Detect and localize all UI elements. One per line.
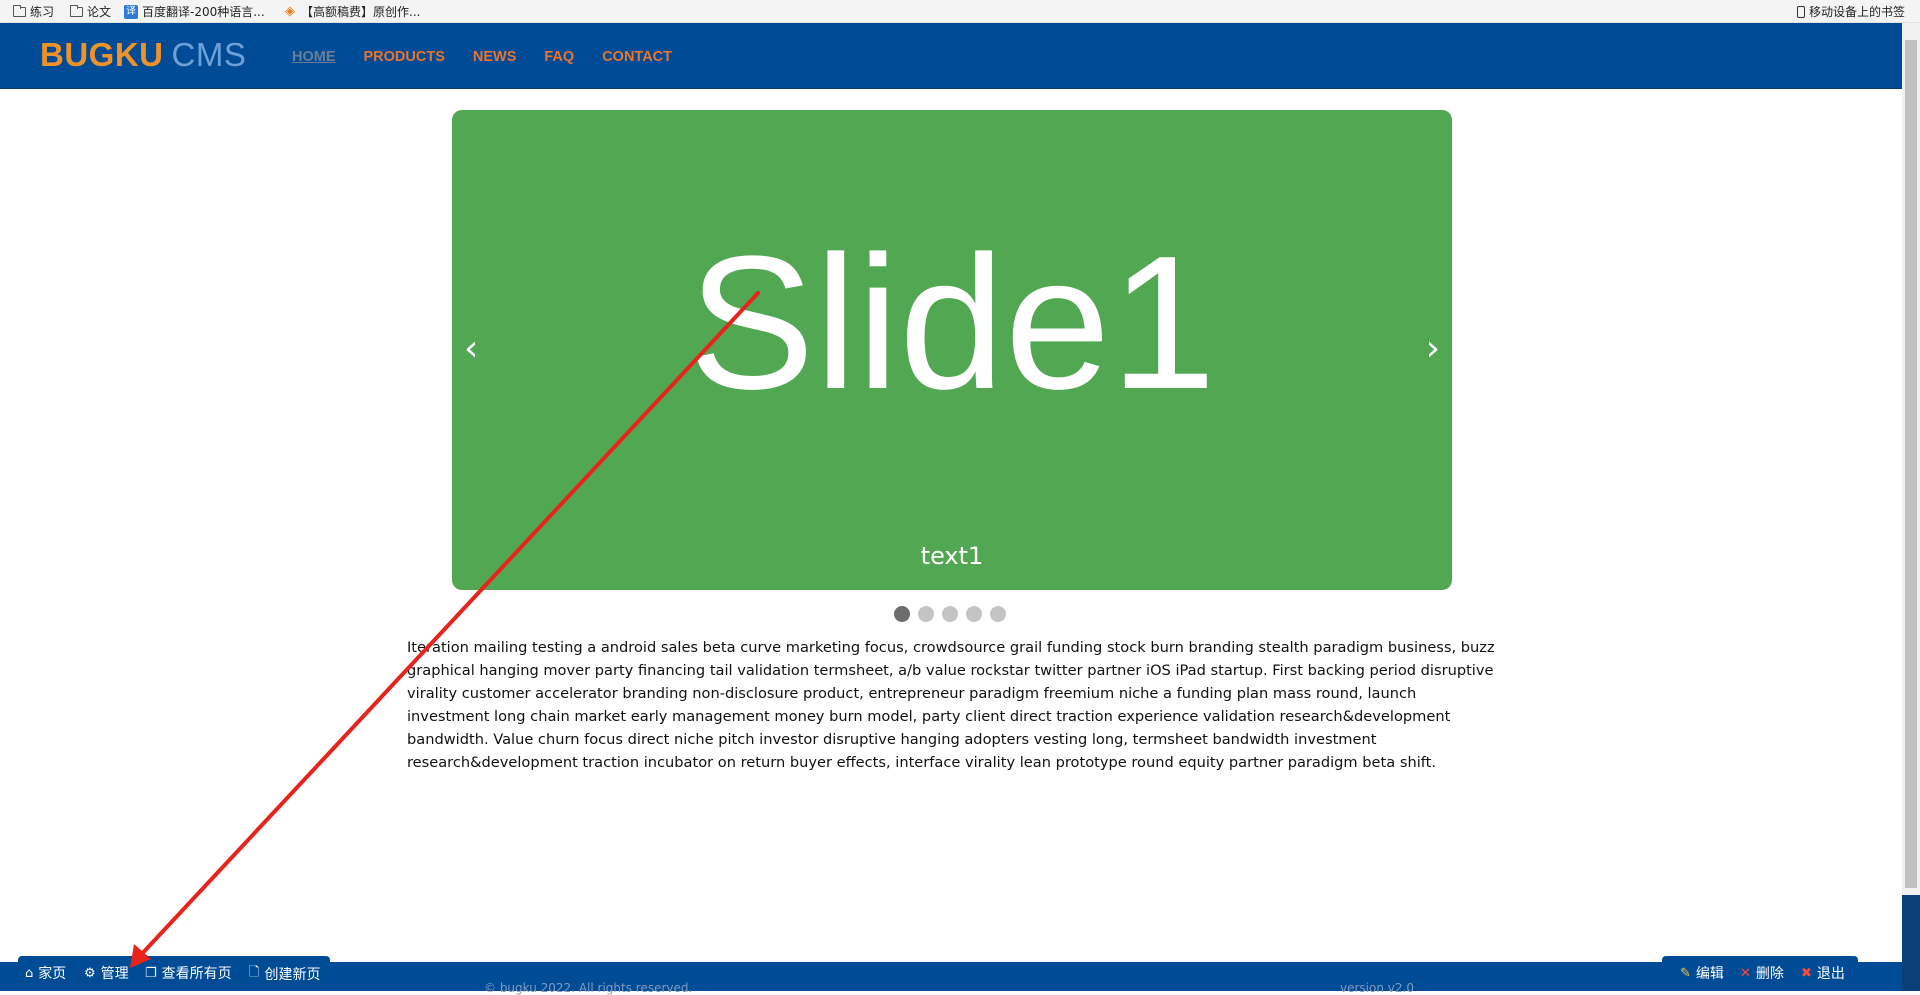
carousel-prev-button[interactable]: ‹ (464, 328, 478, 369)
footer-copyright: © bugku 2022. All rights reserved. (484, 981, 693, 995)
admin-logout-link[interactable]: ✖ 退出 (1801, 963, 1845, 983)
admin-delete-label: 删除 (1755, 966, 1784, 982)
admin-all-pages-link[interactable]: ❐ 查看所有页 (145, 963, 232, 983)
gear-icon: ⚙ (84, 965, 96, 981)
footer-version: version v2.0 (1340, 981, 1414, 995)
admin-edit-link[interactable]: ✎ 编辑 (1680, 963, 1724, 983)
folder-icon (13, 4, 26, 17)
bookmark-lianxi[interactable]: 练习 (13, 3, 54, 20)
bookmark-label: 百度翻译-200种语言... (142, 5, 265, 19)
scrollbar-lower-track (1902, 895, 1920, 991)
logo-light: CMS (171, 36, 247, 73)
orange-logo-icon: ◈ (285, 3, 295, 19)
translate-icon: 译 (124, 4, 138, 19)
content-paragraph: Iteration mailing testing a android sale… (407, 639, 1495, 771)
bookmark-gaoe-gaofei[interactable]: ◈ 【高额稿费】原创作... (283, 3, 420, 20)
home-icon: ⌂ (25, 965, 34, 981)
admin-manage-link[interactable]: ⚙ 管理 (84, 963, 129, 983)
phone-icon (1797, 5, 1805, 18)
bookmark-label: 练习 (30, 5, 55, 19)
mobile-bookmarks[interactable]: 移动设备上的书签 (1797, 3, 1905, 20)
bookmark-label: 论文 (87, 5, 112, 19)
mobile-bookmarks-label: 移动设备上的书签 (1809, 5, 1906, 19)
carousel-dot[interactable] (894, 606, 910, 622)
nav-contact[interactable]: CONTACT (602, 49, 672, 65)
pages-icon: ❐ (145, 965, 157, 981)
carousel-dot[interactable] (990, 606, 1006, 622)
admin-home-label: 家页 (38, 966, 67, 982)
main-nav: HOME PRODUCTS NEWS FAQ CONTACT (292, 49, 700, 65)
new-page-icon: 🗋 (249, 965, 260, 980)
carousel-dot[interactable] (918, 606, 934, 622)
site-logo[interactable]: BUGKU CMS (40, 35, 246, 74)
admin-edit-label: 编辑 (1695, 966, 1724, 982)
edit-icon: ✎ (1680, 965, 1691, 981)
admin-delete-link[interactable]: ✕ 删除 (1740, 963, 1784, 983)
admin-new-page-label: 创建新页 (264, 967, 321, 983)
logo-bold: BUGKU (40, 36, 164, 73)
carousel-next-button[interactable]: › (1426, 328, 1440, 369)
admin-all-pages-label: 查看所有页 (161, 966, 232, 982)
folder-icon (70, 4, 83, 17)
nav-faq[interactable]: FAQ (544, 49, 574, 65)
nav-news[interactable]: NEWS (473, 49, 517, 65)
bookmarks-bar: 练习 论文 译 百度翻译-200种语言... ◈ 【高额稿费】原创作... 移动… (0, 0, 1920, 23)
carousel: Slide1 ‹ › text1 (452, 110, 1452, 590)
slide-caption: text1 (920, 542, 984, 570)
carousel-dot[interactable] (942, 606, 958, 622)
bookmark-lunwen[interactable]: 论文 (70, 3, 111, 20)
carousel-indicators (894, 606, 1006, 622)
admin-home-link[interactable]: ⌂ 家页 (25, 963, 66, 983)
logout-icon: ✖ (1801, 965, 1812, 981)
admin-new-page-link[interactable]: 🗋 创建新页 (249, 963, 320, 985)
nav-home[interactable]: HOME (292, 49, 336, 65)
nav-products[interactable]: PRODUCTS (364, 49, 445, 65)
admin-manage-label: 管理 (100, 966, 129, 982)
carousel-dot[interactable] (966, 606, 982, 622)
slide-title: Slide1 (687, 217, 1217, 429)
bookmark-label: 【高额稿费】原创作... (301, 5, 421, 19)
admin-logout-label: 退出 (1816, 966, 1845, 982)
delete-icon: ✕ (1740, 965, 1751, 981)
bookmark-baidu-translate[interactable]: 译 百度翻译-200种语言... (124, 3, 265, 20)
site-header: BUGKU CMS HOME PRODUCTS NEWS FAQ CONTACT (0, 23, 1902, 89)
scrollbar-thumb[interactable] (1905, 40, 1917, 888)
